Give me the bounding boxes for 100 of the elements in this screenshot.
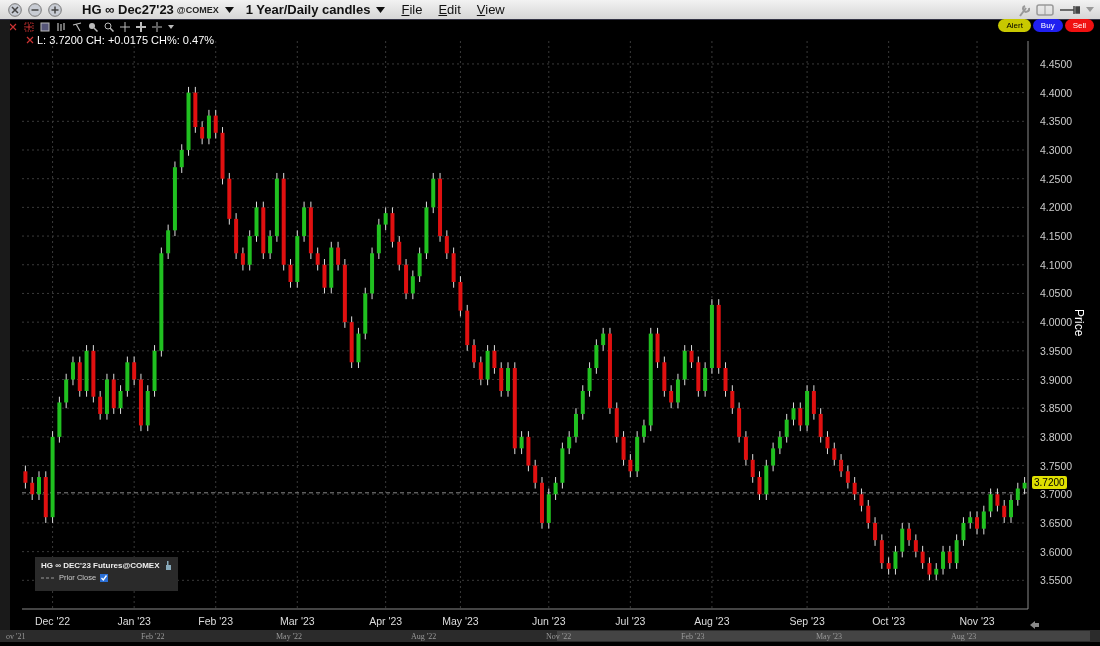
price-axis-label: 3.8000 xyxy=(1040,430,1073,443)
maximize-icon[interactable] xyxy=(48,2,62,17)
candlestick xyxy=(288,258,293,289)
arrow-left-icon[interactable] xyxy=(1030,621,1039,629)
caret-icon[interactable] xyxy=(376,6,386,13)
minimize-icon[interactable] xyxy=(28,2,42,17)
candlestick xyxy=(118,384,123,415)
menu-item[interactable]: View xyxy=(476,2,505,17)
date-axis-label: Jul '23 xyxy=(615,615,646,627)
candlestick xyxy=(730,384,735,415)
candlestick xyxy=(295,229,300,289)
close-icon[interactable] xyxy=(26,36,34,44)
price-axis-label: 3.6000 xyxy=(1040,545,1073,558)
candlestick xyxy=(682,344,687,386)
date-axis-label: Dec '22 xyxy=(34,615,71,627)
caret-icon[interactable] xyxy=(224,6,234,13)
date-axis-label: Aug '23 xyxy=(694,615,730,627)
candlestick xyxy=(472,338,476,369)
candlestick xyxy=(492,344,497,375)
candlestick xyxy=(546,488,551,530)
date-axis-label: Jun '23 xyxy=(532,615,566,627)
candlestick xyxy=(465,304,470,352)
price-axis-label: 4.4000 xyxy=(1040,86,1073,99)
order-button[interactable]: Alert xyxy=(998,19,1031,32)
candlestick xyxy=(220,126,225,185)
candlestick xyxy=(825,430,830,455)
candlestick xyxy=(818,407,823,444)
candlestick xyxy=(1015,482,1020,507)
order-button[interactable]: Sell xyxy=(1064,19,1094,32)
candlestick xyxy=(506,361,510,398)
candlestick xyxy=(995,488,1000,512)
plus-icon[interactable] xyxy=(120,21,130,32)
candlestick xyxy=(43,470,48,524)
candlestick xyxy=(900,522,905,558)
candlestick xyxy=(798,401,803,432)
candlestick xyxy=(580,384,585,421)
date-axis-label: Oct '23 xyxy=(872,615,906,627)
navigator-label: Aug '23 xyxy=(950,631,978,641)
bars-icon[interactable] xyxy=(56,21,66,32)
candlestick xyxy=(247,229,252,271)
contract-selector[interactable]: HG ∞ Dec27'23 @COMEX xyxy=(82,2,219,17)
candlestick xyxy=(315,247,320,271)
candlestick xyxy=(261,201,266,260)
zoom-out-icon[interactable] xyxy=(104,21,114,32)
price-axis-label: 4.0000 xyxy=(1040,316,1073,329)
date-axis-label: Sep '23 xyxy=(789,615,825,627)
candlestick xyxy=(934,562,939,581)
crosshair-icon[interactable] xyxy=(24,21,34,32)
menu-item[interactable]: Edit xyxy=(438,2,461,17)
candlestick xyxy=(968,510,973,530)
menu-item[interactable]: File xyxy=(401,2,423,17)
candlestick xyxy=(689,344,694,369)
candlestick xyxy=(893,545,898,576)
close-icon[interactable] xyxy=(8,2,22,17)
candlestick xyxy=(111,373,116,415)
move-icon[interactable] xyxy=(136,21,146,32)
time-navigator[interactable]: ov '21 Feb '22 May '22 Aug '22 Nov '22 Feb '23 May '23 Aug '23 xyxy=(0,630,1100,642)
price-axis-label: 4.1500 xyxy=(1040,230,1073,243)
candlestick xyxy=(1002,499,1007,524)
navigator-label: May '22 xyxy=(275,631,304,641)
candlestick xyxy=(927,556,932,581)
price-axis-label: 3.8500 xyxy=(1040,402,1073,415)
navigator-label: Feb '22 xyxy=(140,631,166,641)
candlestick xyxy=(961,516,966,547)
candlestick xyxy=(526,430,531,472)
date-axis-label: Nov '23 xyxy=(959,615,995,627)
grid-icon[interactable] xyxy=(40,21,50,32)
candlestick xyxy=(417,247,422,283)
candlestick xyxy=(519,430,524,455)
candlestick xyxy=(1009,493,1013,524)
candlestick xyxy=(322,258,327,294)
last-price-tag: 3.7200 xyxy=(1032,475,1067,489)
caret-icon[interactable] xyxy=(168,24,174,29)
date-axis-label: Apr '23 xyxy=(369,615,403,627)
candlestick xyxy=(920,545,925,570)
navigator-label: ov '21 xyxy=(5,631,27,641)
candlestick xyxy=(424,201,429,260)
candlestick xyxy=(37,470,41,501)
candlestick xyxy=(397,235,402,271)
candlestick xyxy=(587,361,592,398)
candlestick xyxy=(23,465,28,489)
legend-title: HG ∞ DEC'23 Futures@COMEX xyxy=(41,561,160,570)
candlestick xyxy=(975,510,979,535)
period-selector[interactable]: 1 Year/Daily candles xyxy=(245,2,371,17)
candlestick xyxy=(614,401,619,444)
hand-icon[interactable] xyxy=(163,561,172,570)
order-button[interactable]: Buy xyxy=(1032,19,1063,32)
candlestick xyxy=(254,201,259,243)
candlestick xyxy=(866,499,871,530)
price-axis-label: 4.2000 xyxy=(1040,201,1073,214)
candlestick xyxy=(383,206,388,231)
price-axis-label: 3.9500 xyxy=(1040,344,1073,357)
candlestick xyxy=(227,172,232,226)
candlestick xyxy=(981,505,986,535)
candlestick xyxy=(662,356,667,398)
candlestick xyxy=(553,476,558,501)
checkbox[interactable] xyxy=(100,573,109,582)
candlestick xyxy=(363,287,368,340)
zoom-in-icon[interactable] xyxy=(88,21,98,32)
date-axis-label: Jan '23 xyxy=(117,615,151,627)
